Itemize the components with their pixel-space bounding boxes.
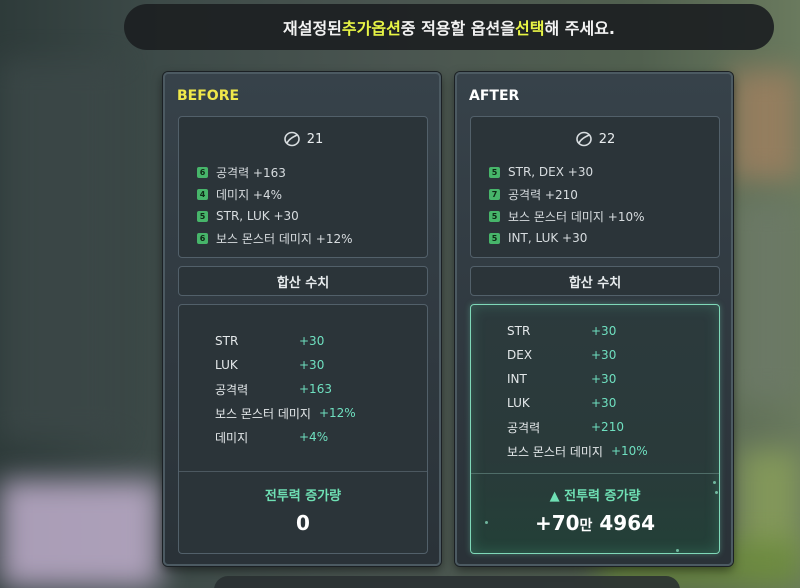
tier-badge: 5	[197, 210, 208, 222]
after-power-label: ▲ 전투력 증가량	[549, 489, 641, 504]
instruction-text-post: 해 주세요.	[544, 19, 615, 38]
divider	[179, 471, 427, 472]
stat-value: +30	[299, 334, 325, 348]
option-row: 5 STR, LUK +30	[197, 205, 353, 227]
stat-name: 보스 몬스터 데미지	[507, 444, 603, 459]
instruction-highlight-select: 선택	[514, 19, 545, 38]
tier-badge: 5	[489, 166, 500, 178]
before-power-label: 전투력 증가량	[264, 489, 342, 504]
sparkle-decoration	[485, 521, 488, 524]
power-value-rest: 4964	[592, 511, 656, 535]
sparkle-decoration	[715, 491, 718, 494]
before-stats-box[interactable]: STR +30 LUK +30 공격력 +163 보스 몬스터 데미지 +12%…	[178, 304, 428, 554]
instruction-text-mid: 중 적용할 옵션을	[400, 19, 515, 38]
stat-row: DEX +30	[507, 343, 648, 367]
leaf-icon	[283, 131, 300, 147]
stat-value: +30	[591, 372, 617, 386]
divider	[471, 473, 719, 474]
after-option-list: 5 STR, DEX +30 7 공격력 +210 5 보스 몬스터 데미지 +…	[489, 161, 645, 249]
stat-name: 공격력	[215, 382, 249, 397]
stat-row: LUK +30	[215, 353, 356, 377]
before-sum-header: 합산 수치	[178, 266, 428, 296]
before-level: 21	[306, 131, 324, 147]
power-value-main: +70	[534, 511, 580, 535]
before-option-list: 6 공격력 +163 4 데미지 +4% 5 STR, LUK +30 6 보스…	[197, 161, 353, 249]
before-level-header: 21	[179, 131, 427, 147]
option-row: 6 공격력 +163	[197, 161, 353, 183]
stat-name: 데미지	[215, 430, 249, 445]
option-row: 5 보스 몬스터 데미지 +10%	[489, 205, 645, 227]
sparkle-decoration	[713, 481, 716, 484]
sparkle-decoration	[676, 549, 679, 552]
option-text: STR, DEX +30	[508, 165, 594, 179]
stat-value: +30	[591, 348, 617, 362]
before-title: BEFORE	[177, 88, 240, 104]
option-text: 보스 몬스터 데미지 +10%	[508, 209, 645, 224]
tier-badge: 6	[197, 232, 208, 244]
before-stat-list: STR +30 LUK +30 공격력 +163 보스 몬스터 데미지 +12%…	[215, 329, 356, 449]
after-level: 22	[598, 131, 616, 147]
stat-value: +30	[591, 324, 617, 338]
stat-row: 공격력 +210	[507, 415, 648, 439]
stat-value: +210	[591, 420, 624, 434]
stat-name: STR	[507, 324, 531, 338]
after-power-value: +70만 4964	[471, 511, 719, 535]
stat-name: DEX	[507, 348, 533, 362]
stat-name: 공격력	[507, 420, 541, 435]
before-power-value: 0	[296, 511, 310, 535]
stat-value: +30	[591, 396, 617, 410]
option-text: 공격력 +163	[216, 165, 286, 180]
option-text: 데미지 +4%	[216, 187, 283, 202]
stat-row: 보스 몬스터 데미지 +10%	[507, 439, 648, 463]
tier-badge: 4	[197, 188, 208, 200]
option-row: 7 공격력 +210	[489, 183, 645, 205]
after-options-box: 22 5 STR, DEX +30 7 공격력 +210 5 보스 몬스터 데미…	[470, 116, 720, 258]
stat-row: 공격력 +163	[215, 377, 356, 401]
stat-name: LUK	[507, 396, 530, 410]
tier-badge: 5	[489, 232, 500, 244]
option-text: INT, LUK +30	[508, 231, 588, 245]
tier-badge: 7	[489, 188, 500, 200]
option-text: 공격력 +210	[508, 187, 578, 202]
stat-name: 보스 몬스터 데미지	[215, 406, 311, 421]
before-option-panel[interactable]: BEFORE 21 6 공격력 +163 4 데미지 +4% 5 STR, LU…	[163, 72, 441, 566]
instruction-text-pre: 재설정된	[283, 19, 342, 38]
tier-badge: 5	[489, 210, 500, 222]
stat-name: INT	[507, 372, 527, 386]
stat-name: STR	[215, 334, 239, 348]
tier-badge: 6	[197, 166, 208, 178]
instruction-highlight-option: 추가옵션	[341, 19, 401, 38]
after-option-panel[interactable]: AFTER 22 5 STR, DEX +30 7 공격력 +210 5 보스 …	[455, 72, 733, 566]
option-row: 5 STR, DEX +30	[489, 161, 645, 183]
stat-value: +4%	[299, 430, 329, 444]
stat-row: STR +30	[215, 329, 356, 353]
stat-value: +12%	[318, 406, 356, 420]
after-level-header: 22	[471, 131, 719, 147]
stat-row: 데미지 +4%	[215, 425, 356, 449]
stat-row: INT +30	[507, 367, 648, 391]
option-row: 4 데미지 +4%	[197, 183, 353, 205]
after-sum-header: 합산 수치	[470, 266, 720, 296]
option-row: 5 INT, LUK +30	[489, 227, 645, 249]
stat-value: +10%	[610, 444, 648, 458]
stat-row: 보스 몬스터 데미지 +12%	[215, 401, 356, 425]
stat-row: STR +30	[507, 319, 648, 343]
option-text: 보스 몬스터 데미지 +12%	[216, 231, 353, 246]
option-row: 6 보스 몬스터 데미지 +12%	[197, 227, 353, 249]
stat-value: +30	[299, 358, 325, 372]
option-text: STR, LUK +30	[216, 209, 299, 223]
power-value-unit: 만	[579, 518, 593, 534]
before-options-box: 21 6 공격력 +163 4 데미지 +4% 5 STR, LUK +30 6…	[178, 116, 428, 258]
stat-name: LUK	[215, 358, 238, 372]
bottom-notice-banner	[214, 576, 680, 588]
after-title: AFTER	[469, 88, 520, 104]
after-stats-box[interactable]: STR +30 DEX +30 INT +30 LUK +30 공격력 +210…	[470, 304, 720, 554]
stat-row: LUK +30	[507, 391, 648, 415]
leaf-icon	[575, 131, 592, 147]
instruction-banner: 재설정된 추가옵션 중 적용할 옵션을 선택 해 주세요.	[124, 4, 774, 50]
stat-value: +163	[299, 382, 332, 396]
after-stat-list: STR +30 DEX +30 INT +30 LUK +30 공격력 +210…	[507, 319, 648, 463]
